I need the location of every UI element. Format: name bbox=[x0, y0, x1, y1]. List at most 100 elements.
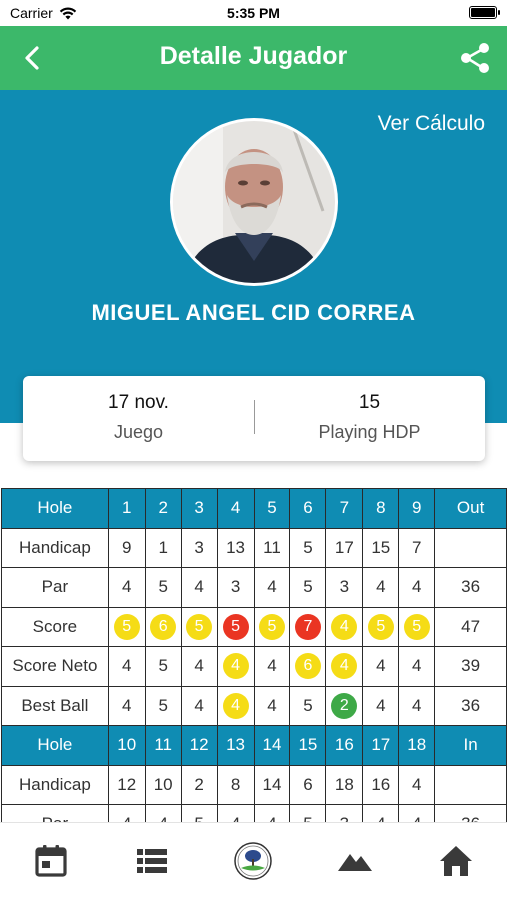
score-cell: 7 bbox=[289, 606, 327, 647]
score-cell: 5 bbox=[107, 606, 146, 647]
score-cell: 9 bbox=[107, 527, 146, 568]
score-cell: 36 bbox=[434, 567, 507, 608]
score-cell: 16 bbox=[362, 764, 400, 805]
game-date-value: 17 nov. bbox=[108, 392, 169, 413]
hole-number-cell: 4 bbox=[216, 488, 255, 529]
hole-number-cell: 5 bbox=[253, 488, 291, 529]
score-cell: 14 bbox=[253, 764, 291, 805]
score-cell: 4 bbox=[216, 685, 255, 726]
score-cell: 5 bbox=[289, 527, 327, 568]
score-cell: 2 bbox=[325, 685, 364, 726]
score-cell: 10 bbox=[144, 764, 182, 805]
row-label: Handicap bbox=[1, 764, 109, 805]
score-dot: 4 bbox=[331, 613, 358, 640]
row-label: Score bbox=[1, 606, 109, 647]
playing-hdp-value: 15 bbox=[358, 392, 381, 413]
row-label: Par bbox=[1, 567, 109, 608]
hole-number-cell: 10 bbox=[107, 725, 146, 766]
status-bar: Carrier 5:35 PM bbox=[0, 0, 507, 26]
score-dot: 4 bbox=[222, 692, 249, 719]
score-dot: 5 bbox=[403, 613, 430, 640]
club-logo-icon bbox=[234, 842, 272, 880]
score-cell: 15 bbox=[362, 527, 400, 568]
hole-number-cell: 6 bbox=[289, 488, 327, 529]
hole-number-cell: 15 bbox=[289, 725, 327, 766]
game-date-label: Juego bbox=[113, 422, 164, 442]
score-dot: 5 bbox=[222, 613, 249, 640]
table-row: Score 5 6 5 5 5 7 4 5 5 47 bbox=[1, 606, 507, 647]
page-title: Detalle Jugador bbox=[159, 42, 348, 70]
row-label: Handicap bbox=[1, 527, 109, 568]
hole-number-cell: 14 bbox=[253, 725, 291, 766]
score-cell: 5 bbox=[289, 685, 327, 726]
hole-number-cell: 8 bbox=[362, 488, 400, 529]
hole-number-cell: 3 bbox=[180, 488, 218, 529]
hole-number-cell: 17 bbox=[362, 725, 400, 766]
table-row: Best Ball 4 5 4 4 4 5 2 4 4 36 bbox=[1, 685, 507, 726]
score-cell: 36 bbox=[434, 685, 507, 726]
tab-calendar[interactable] bbox=[31, 841, 71, 881]
row-label: Hole bbox=[1, 725, 109, 766]
score-dot: 6 bbox=[294, 653, 321, 680]
score-cell: 6 bbox=[289, 646, 327, 687]
score-cell: 4 bbox=[253, 646, 291, 687]
ver-calculo-link[interactable]: Ver Cálculo bbox=[378, 112, 485, 136]
scorecard-table: Hole 1 2 3 4 5 6 7 8 9 Out Handicap 9 1 3 13 11 5 17 15 7 Par… bbox=[1, 488, 507, 845]
score-cell: 6 bbox=[289, 764, 327, 805]
score-cell: 47 bbox=[434, 606, 507, 647]
score-cell: 5 bbox=[144, 567, 182, 608]
table-row: Handicap 12 10 2 8 14 6 18 16 4 bbox=[1, 764, 507, 805]
score-cell: 3 bbox=[180, 527, 218, 568]
score-cell: 5 bbox=[180, 606, 218, 647]
row-label: Best Ball bbox=[1, 685, 109, 726]
score-cell: 4 bbox=[180, 646, 218, 687]
hole-number-cell: 18 bbox=[398, 725, 436, 766]
home-icon bbox=[440, 846, 472, 876]
calendar-icon bbox=[35, 845, 67, 877]
score-cell: 17 bbox=[325, 527, 364, 568]
tab-home[interactable] bbox=[436, 841, 476, 881]
hole-number-cell: 12 bbox=[180, 725, 218, 766]
score-cell: 2 bbox=[180, 764, 218, 805]
score-cell: 4 bbox=[253, 685, 291, 726]
player-name: MIGUEL ANGEL CID CORREA bbox=[91, 300, 416, 325]
nav-bar: Detalle Jugador bbox=[0, 26, 507, 90]
tab-list[interactable] bbox=[132, 841, 172, 881]
score-cell: 5 bbox=[253, 606, 291, 647]
hole-number-cell: 2 bbox=[144, 488, 182, 529]
score-cell: 4 bbox=[325, 606, 364, 647]
hole-number-cell: In bbox=[434, 725, 507, 766]
score-dot: 2 bbox=[331, 692, 358, 719]
score-cell: 4 bbox=[398, 764, 436, 805]
score-cell: 39 bbox=[434, 646, 507, 687]
tab-bar bbox=[0, 822, 507, 900]
tab-mountain[interactable] bbox=[335, 841, 375, 881]
score-cell: 4 bbox=[398, 685, 436, 726]
player-header: Ver Cálculo MIGUEL ANGEL CID CORREA bbox=[0, 90, 507, 423]
score-cell: 4 bbox=[253, 567, 291, 608]
hole-number-cell: 1 bbox=[107, 488, 146, 529]
score-dot: 5 bbox=[186, 613, 213, 640]
score-cell: 11 bbox=[253, 527, 291, 568]
player-photo bbox=[173, 121, 335, 283]
tab-club[interactable] bbox=[233, 841, 273, 881]
hole-number-cell: 7 bbox=[325, 488, 364, 529]
battery-icon bbox=[469, 6, 500, 19]
score-cell: 4 bbox=[362, 646, 400, 687]
score-cell: 4 bbox=[107, 567, 146, 608]
share-icon[interactable] bbox=[457, 40, 493, 76]
score-cell bbox=[434, 527, 507, 568]
score-cell: 4 bbox=[180, 567, 218, 608]
score-cell: 8 bbox=[216, 764, 255, 805]
score-cell: 4 bbox=[107, 685, 146, 726]
hole-number-cell: 13 bbox=[216, 725, 255, 766]
mountain-icon bbox=[338, 854, 372, 871]
hole-header-row: Hole 10 11 12 13 14 15 16 17 18 In bbox=[1, 725, 507, 766]
score-cell: 4 bbox=[398, 646, 436, 687]
table-row: Handicap 9 1 3 13 11 5 17 15 7 bbox=[1, 527, 507, 568]
score-cell: 5 bbox=[398, 606, 436, 647]
score-dot: 6 bbox=[150, 613, 177, 640]
score-cell: 4 bbox=[216, 646, 255, 687]
list-icon bbox=[137, 849, 167, 873]
score-cell: 18 bbox=[325, 764, 364, 805]
